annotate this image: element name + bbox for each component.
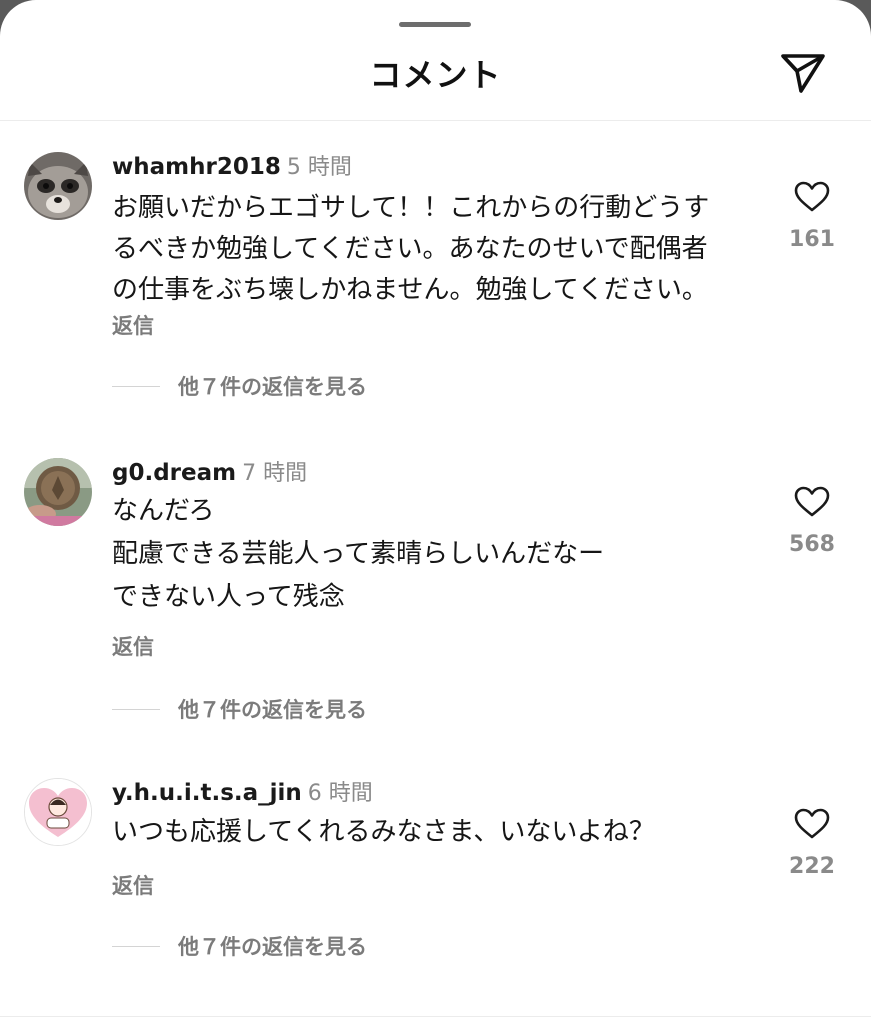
comment-text: いつも応援してくれるみなさま、いないよね？ (112, 812, 752, 853)
comment-line: の仕事をぶち壊しかねません。勉強してください。 (112, 275, 708, 305)
share-button[interactable] (776, 48, 830, 98)
divider (0, 1016, 871, 1017)
comments-sheet: コメント whamhr2018 5 時間 お願いだからエゴサして！！これからの行… (0, 0, 871, 1024)
like-button[interactable]: 222 (780, 808, 844, 879)
comment-text: お願いだからエゴサして！！これからの行動どうす るべきか勉強してください。あなた… (112, 188, 752, 311)
comment-meta: g0.dream 7 時間 (112, 458, 307, 488)
comment-line: お願いだからエゴサして！！これからの行動どうす (112, 193, 710, 223)
like-count: 568 (789, 532, 835, 557)
timestamp: 7 時間 (242, 461, 308, 486)
divider (112, 945, 160, 947)
reply-button[interactable]: 返信 (112, 631, 154, 661)
username[interactable]: y.h.u.i.t.s.a_jin (112, 780, 302, 806)
divider (112, 708, 160, 710)
view-more-replies-button[interactable]: 他７件の返信を見る (112, 371, 367, 401)
heart-avatar-icon (25, 779, 91, 845)
view-more-replies-button[interactable]: 他７件の返信を見る (112, 931, 367, 961)
view-more-replies-label: 他７件の返信を見る (178, 375, 367, 399)
reply-button[interactable]: 返信 (112, 870, 154, 900)
view-more-replies-label: 他７件の返信を見る (178, 935, 367, 959)
timestamp: 6 時間 (307, 781, 373, 806)
divider (112, 385, 160, 387)
username[interactable]: whamhr2018 (112, 154, 281, 180)
like-button[interactable]: 568 (780, 486, 844, 557)
comment-meta: y.h.u.i.t.s.a_jin 6 時間 (112, 778, 373, 808)
view-more-replies-button[interactable]: 他７件の返信を見る (112, 694, 367, 724)
reply-button[interactable]: 返信 (112, 310, 154, 340)
heart-icon (794, 181, 830, 212)
comment-meta: whamhr2018 5 時間 (112, 152, 352, 182)
timestamp: 5 時間 (286, 155, 352, 180)
paper-plane-icon (781, 54, 825, 93)
avatar[interactable] (24, 152, 92, 220)
like-button[interactable]: 161 (780, 181, 844, 252)
view-more-replies-label: 他７件の返信を見る (178, 698, 367, 722)
comment-line: るべきか勉強してください。あなたのせいで配偶者 (112, 234, 708, 264)
avatar[interactable] (24, 778, 92, 846)
drag-handle[interactable] (399, 22, 471, 27)
comments-header: コメント (0, 0, 871, 121)
comment-text: なんだろ 配慮できる芸能人って素晴らしいんだなー できない人って残念 (112, 490, 752, 619)
comment-line: 配慮できる芸能人って素晴らしいんだなー (112, 539, 605, 569)
coin-avatar-icon (24, 458, 92, 526)
heart-icon (794, 808, 830, 839)
comment-line: いつも応援してくれるみなさま、いないよね？ (112, 817, 655, 847)
avatar[interactable] (24, 458, 92, 526)
raccoon-avatar-icon (24, 152, 92, 220)
username[interactable]: g0.dream (112, 460, 236, 486)
like-count: 161 (789, 227, 835, 252)
like-count: 222 (789, 854, 835, 879)
page-title: コメント (369, 56, 502, 94)
comment-line: なんだろ (112, 496, 215, 526)
comment-line: できない人って残念 (112, 582, 345, 612)
heart-icon (794, 486, 830, 517)
